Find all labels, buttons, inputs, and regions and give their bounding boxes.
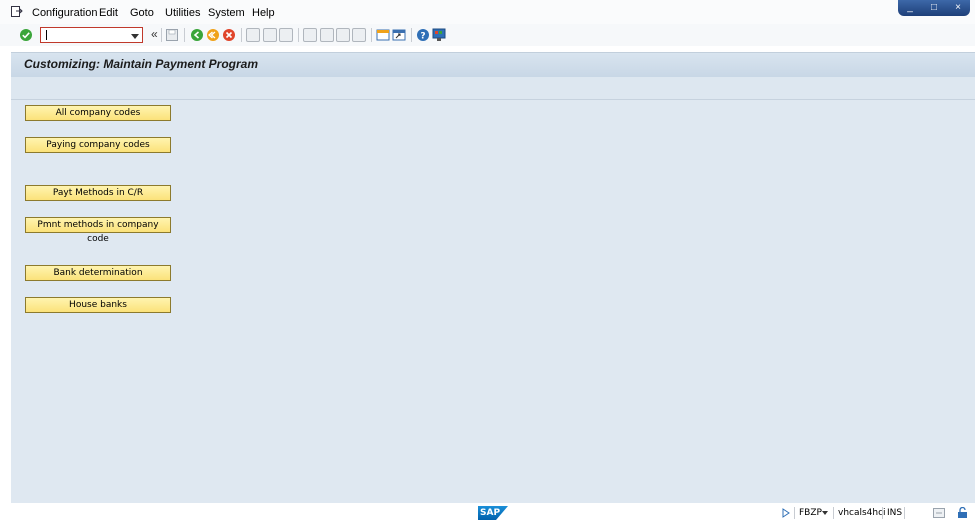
- history-icon[interactable]: «: [151, 27, 158, 41]
- status-bar: SAP FBZP vhcals4hci INS: [0, 503, 975, 522]
- command-field[interactable]: [40, 27, 143, 43]
- bank-determination-button[interactable]: Bank determination: [25, 265, 171, 281]
- text-cursor: [46, 30, 47, 40]
- print-icon[interactable]: [246, 28, 260, 42]
- close-button[interactable]: ×: [951, 3, 965, 13]
- house-banks-button[interactable]: House banks: [25, 297, 171, 313]
- customize-layout-icon[interactable]: [432, 28, 446, 42]
- toolbar-separator: [184, 28, 185, 42]
- menu-icon[interactable]: [11, 6, 23, 17]
- toolbar-separator: [411, 28, 412, 42]
- help-icon[interactable]: ?: [416, 28, 430, 42]
- menu-bar: Configuration Edit Goto Utilities System…: [0, 0, 975, 25]
- pmnt-methods-company-code-button[interactable]: Pmnt methods in company code: [25, 217, 171, 244]
- svg-text:?: ?: [420, 32, 425, 42]
- save-icon[interactable]: [165, 28, 179, 42]
- cancel-icon[interactable]: [222, 28, 236, 42]
- toolbar-separator: [298, 28, 299, 42]
- menu-system[interactable]: System: [208, 7, 245, 19]
- status-separator: [794, 507, 795, 519]
- shortcut-icon[interactable]: [392, 28, 406, 42]
- next-page-icon[interactable]: [336, 28, 350, 42]
- back-icon[interactable]: [190, 28, 204, 42]
- page-title: Customizing: Maintain Payment Program: [24, 57, 259, 71]
- insert-mode[interactable]: INS: [887, 508, 902, 518]
- window-controls: _ □ ×: [898, 0, 970, 16]
- transaction-code: FBZP: [799, 508, 822, 518]
- minimize-button[interactable]: _: [903, 3, 917, 13]
- paying-company-codes-button[interactable]: Paying company codes: [25, 137, 171, 153]
- toolbar-separator: [371, 28, 372, 42]
- chevron-down-icon[interactable]: [131, 34, 139, 39]
- prev-page-icon[interactable]: [320, 28, 334, 42]
- payt-methods-cr-button[interactable]: Payt Methods in C/R: [25, 185, 171, 201]
- menu-edit[interactable]: Edit: [99, 7, 118, 19]
- server-name: vhcals4hci: [838, 508, 886, 518]
- menu-configuration[interactable]: Configuration: [32, 7, 97, 19]
- first-page-icon[interactable]: [303, 28, 317, 42]
- toolbar-separator: [241, 28, 242, 42]
- menu-help[interactable]: Help: [252, 7, 275, 19]
- status-separator: [882, 507, 883, 519]
- chevron-down-icon[interactable]: [822, 511, 828, 515]
- find-icon[interactable]: [263, 28, 277, 42]
- exit-icon[interactable]: [206, 28, 220, 42]
- lock-icon[interactable]: [957, 507, 968, 519]
- transfer-icon[interactable]: [933, 508, 945, 518]
- toolbar-separator: [161, 28, 162, 42]
- standard-toolbar: « ?: [0, 24, 975, 46]
- play-icon[interactable]: [782, 508, 790, 518]
- menu-goto[interactable]: Goto: [130, 7, 154, 19]
- menu-utilities[interactable]: Utilities: [165, 7, 200, 19]
- sap-logo: SAP: [478, 506, 508, 520]
- application-toolbar: [11, 77, 975, 100]
- title-bar: Customizing: Maintain Payment Program: [11, 52, 975, 77]
- enter-icon[interactable]: [19, 28, 33, 42]
- maximize-button[interactable]: □: [927, 3, 941, 13]
- all-company-codes-button[interactable]: All company codes: [25, 105, 171, 121]
- new-session-icon[interactable]: [376, 28, 390, 42]
- status-separator: [833, 507, 834, 519]
- find-next-icon[interactable]: [279, 28, 293, 42]
- status-separator: [904, 507, 905, 519]
- last-page-icon[interactable]: [352, 28, 366, 42]
